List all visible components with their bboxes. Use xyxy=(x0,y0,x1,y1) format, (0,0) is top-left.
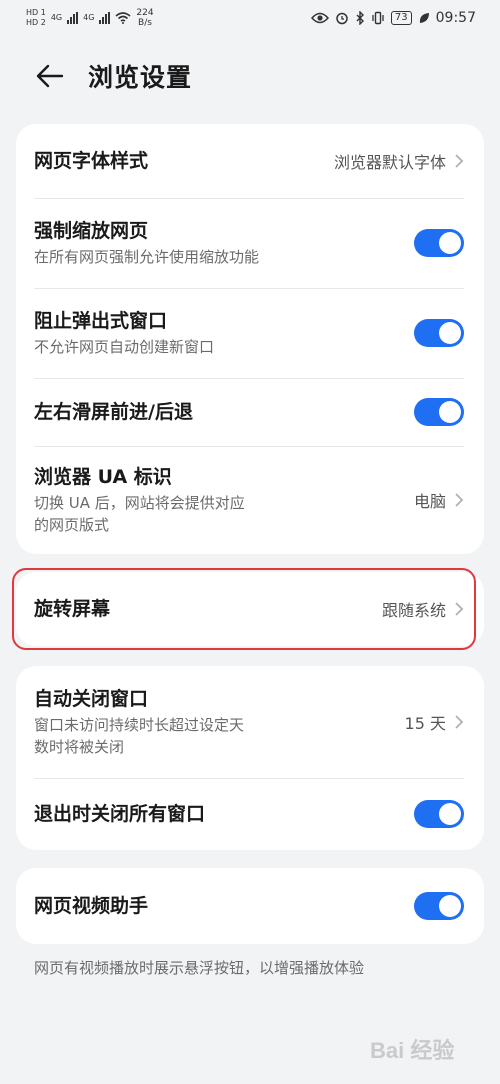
page-header: 浏览设置 xyxy=(0,48,500,104)
red-highlight-box xyxy=(12,568,476,650)
setting-force-zoom: 强制缩放网页 在所有网页强制允许使用缩放功能 xyxy=(16,198,484,288)
net2-label: 4G xyxy=(83,13,95,22)
chevron-right-icon xyxy=(455,154,464,168)
wifi-icon xyxy=(115,12,131,24)
close-all-on-exit-toggle[interactable] xyxy=(414,800,464,828)
video-assistant-description: 网页有视频播放时展示悬浮按钮，以增强播放体验 xyxy=(34,959,365,977)
settings-card-windows: 自动关闭窗口 窗口未访问持续时长超过设定天 数时将被关闭 15 天 退出时关闭所… xyxy=(16,666,484,850)
swipe-navigation-toggle[interactable] xyxy=(414,398,464,426)
setting-block-popups: 阻止弹出式窗口 不允许网页自动创建新窗口 xyxy=(16,288,484,378)
vibrate-icon xyxy=(372,11,384,25)
sim1-label: HD 1 xyxy=(26,8,46,17)
alarm-icon xyxy=(336,12,348,25)
net-speed-value: 224 xyxy=(136,8,154,18)
baidu-jingyan-watermark: Bai 经验 xyxy=(370,1038,454,1063)
settings-card-general: 网页字体样式 浏览器默认字体 强制缩放网页 在所有网页强制允许使用缩放功能 阻止… xyxy=(16,124,484,554)
status-left: HD 1 HD 2 4G 4G 224 B/s xyxy=(26,8,154,28)
setting-title: 强制缩放网页 xyxy=(34,220,149,242)
setting-title: 网页字体样式 xyxy=(34,150,149,172)
setting-title: 自动关闭窗口 xyxy=(34,688,149,710)
setting-value: 15 天 xyxy=(404,714,446,733)
leaf-icon xyxy=(419,13,429,23)
setting-title: 网页视频助手 xyxy=(34,895,149,917)
setting-title: 左右滑屏前进/后退 xyxy=(34,401,193,423)
setting-title: 浏览器 UA 标识 xyxy=(34,466,172,488)
bluetooth-icon xyxy=(356,11,364,25)
setting-title: 退出时关闭所有窗口 xyxy=(34,803,206,825)
net-speed: 224 B/s xyxy=(136,8,153,28)
sim2-label: HD 2 xyxy=(26,18,46,27)
block-popups-toggle[interactable] xyxy=(414,319,464,347)
signal-icon xyxy=(99,12,111,24)
clock-time: 09:57 xyxy=(435,10,476,26)
net1-label: 4G xyxy=(50,13,63,22)
eye-icon xyxy=(310,12,329,24)
setting-close-all-on-exit: 退出时关闭所有窗口 xyxy=(16,778,484,850)
setting-subtitle: 切换 UA 后，网站将会提供对应 的网页版式 xyxy=(34,494,245,534)
svg-text:Bai 经验: Bai 经验 xyxy=(370,1038,454,1063)
setting-video-assistant: 网页视频助手 xyxy=(16,868,484,944)
net-speed-unit: B/s xyxy=(138,18,152,28)
page-title: 浏览设置 xyxy=(88,63,193,92)
setting-auto-close-windows[interactable]: 自动关闭窗口 窗口未访问持续时长超过设定天 数时将被关闭 15 天 xyxy=(16,666,484,778)
battery-icon: 73 xyxy=(390,11,412,25)
status-bar: HD 1 HD 2 4G 4G 224 B/s 73 09:57 xyxy=(0,0,500,36)
setting-font-style[interactable]: 网页字体样式 浏览器默认字体 xyxy=(16,124,484,198)
settings-card-video: 网页视频助手 xyxy=(16,868,484,944)
chevron-right-icon xyxy=(455,715,464,729)
setting-swipe-navigation: 左右滑屏前进/后退 xyxy=(16,378,484,446)
chevron-right-icon xyxy=(455,493,464,507)
setting-value: 电脑 xyxy=(413,492,446,511)
setting-subtitle: 窗口未访问持续时长超过设定天 数时将被关闭 xyxy=(34,716,245,756)
setting-title: 阻止弹出式窗口 xyxy=(34,310,168,332)
back-arrow-icon[interactable] xyxy=(34,60,66,92)
setting-ua-identifier[interactable]: 浏览器 UA 标识 切换 UA 后，网站将会提供对应 的网页版式 电脑 xyxy=(16,446,484,554)
setting-subtitle: 不允许网页自动创建新窗口 xyxy=(34,338,215,356)
force-zoom-toggle[interactable] xyxy=(414,229,464,257)
status-right: 73 09:57 xyxy=(310,10,476,26)
sim-labels: HD 1 HD 2 xyxy=(26,9,46,27)
setting-value: 浏览器默认字体 xyxy=(333,153,446,172)
video-assistant-toggle[interactable] xyxy=(414,892,464,920)
setting-subtitle: 在所有网页强制允许使用缩放功能 xyxy=(34,248,260,266)
signal-icon xyxy=(67,12,79,24)
